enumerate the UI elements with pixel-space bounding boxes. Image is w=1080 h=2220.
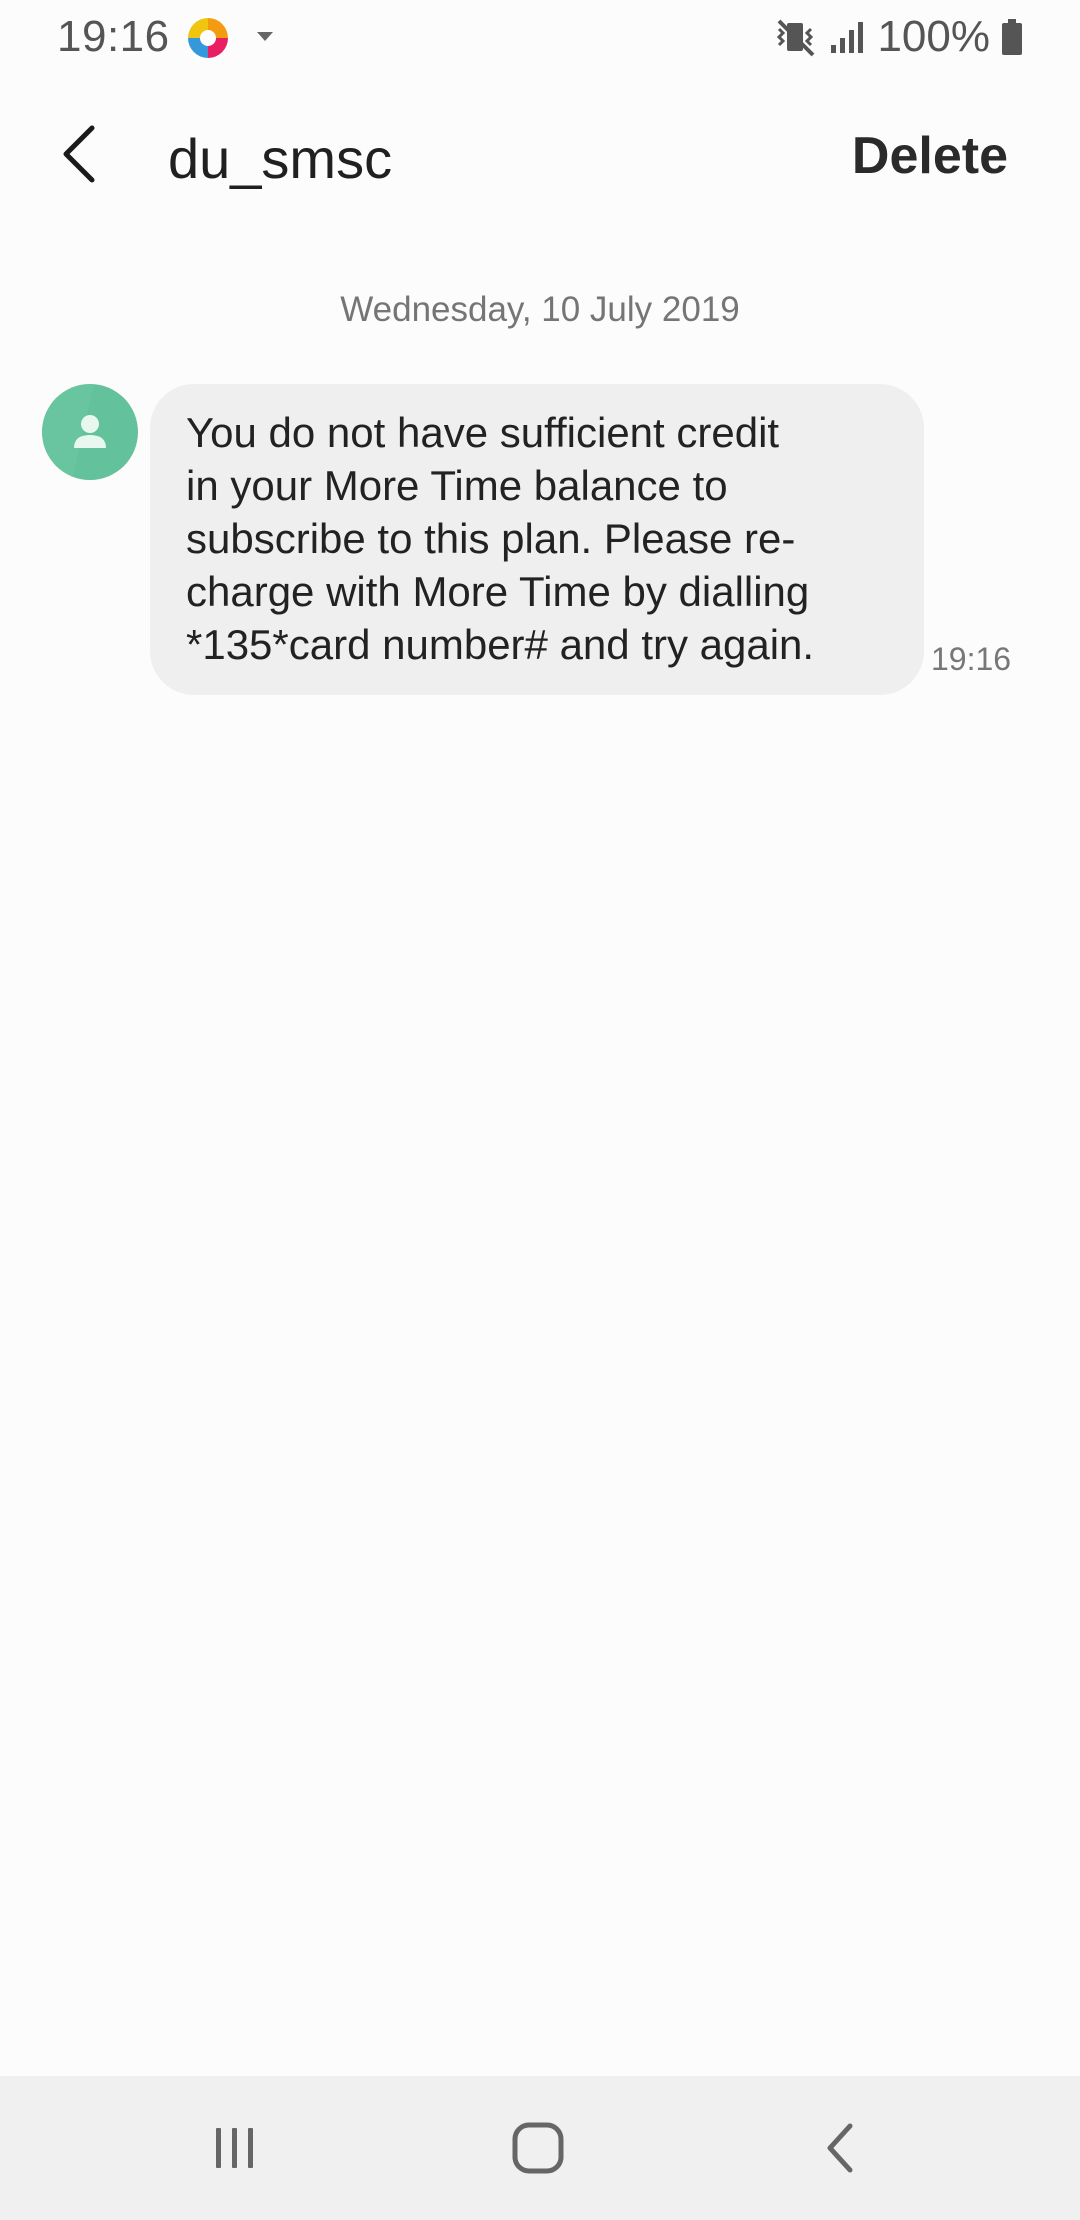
messages-screen: 19:16 100% du_smsc Delete Wednesday, 10 … <box>0 0 1080 2220</box>
back-button[interactable] <box>40 116 116 192</box>
contact-name: du_smsc <box>168 127 393 190</box>
back-arrow-icon <box>63 125 95 183</box>
conversation-header: du_smsc Delete <box>0 76 1080 236</box>
battery-icon <box>1002 19 1022 55</box>
battery-percentage: 100% <box>877 12 990 61</box>
navigation-bar <box>0 2076 1080 2220</box>
message-timestamp: 19:16 <box>931 641 1012 677</box>
home-button[interactable] <box>493 2108 583 2188</box>
status-time: 19:16 <box>57 12 170 61</box>
message-text-line: in your More Time balance to <box>186 462 728 509</box>
message-text-line: subscribe to this plan. Please re- <box>186 515 796 562</box>
message-text-line: *135*card number# and try again. <box>186 621 815 668</box>
message-text-line: charge with More Time by dialling <box>186 568 810 615</box>
delete-button[interactable]: Delete <box>852 126 1008 186</box>
status-bar: 19:16 100% <box>0 0 1080 76</box>
status-indicators: 100% <box>773 12 1024 62</box>
vibrate-icon <box>777 19 815 57</box>
recent-apps-button[interactable] <box>190 2108 280 2188</box>
dropdown-arrow-icon[interactable] <box>255 30 275 44</box>
message-text-line: You do not have sufficient credit <box>186 409 780 456</box>
person-icon <box>42 384 106 480</box>
recent-apps-icon <box>216 2128 253 2168</box>
avatar[interactable] <box>42 384 138 480</box>
app-notification-icon <box>186 16 230 60</box>
home-icon <box>512 2122 564 2174</box>
nav-back-button[interactable] <box>795 2108 885 2188</box>
signal-icon <box>831 22 864 53</box>
message-bubble[interactable]: You do not have sufficient credit in you… <box>150 384 924 695</box>
date-divider: Wednesday, 10 July 2019 <box>340 290 740 329</box>
back-icon <box>827 2123 853 2173</box>
